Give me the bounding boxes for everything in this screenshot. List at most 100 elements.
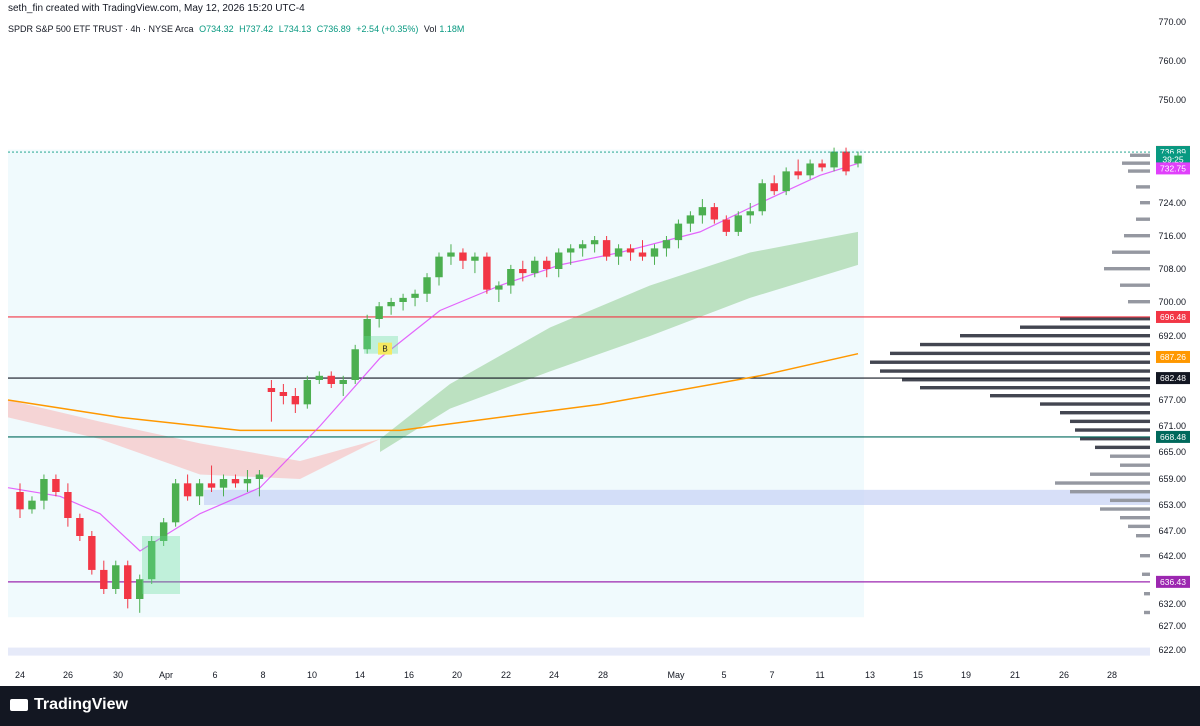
candle-body-2 (40, 479, 48, 501)
candle-body-42 (519, 269, 527, 274)
candle-body-43 (531, 260, 539, 274)
price-tag-label-7: 668.48 (1160, 432, 1186, 442)
candle-body-66 (806, 163, 814, 176)
x-axis-tick-4: 6 (212, 670, 217, 680)
y-axis-tick-4: 716.00 (1158, 231, 1186, 241)
tv-logo-icon (10, 698, 28, 711)
y-axis-tick-15: 632.00 (1158, 599, 1186, 609)
candle-body-48 (590, 240, 599, 245)
candle-body-41 (507, 269, 515, 286)
x-axis-tick-2: 30 (113, 670, 123, 680)
chart-canvas[interactable]: B 770.00 760.00 750.00 724.00 716.00 708.00 700… (0, 17, 1200, 690)
candle-body-18 (231, 479, 240, 484)
legend-close: C736.89 (316, 24, 351, 34)
candle-body-8 (112, 565, 120, 589)
tradingview-logo[interactable]: TradingView (10, 696, 128, 714)
zone-band-1 (8, 647, 1150, 656)
candle-body-20 (255, 474, 264, 479)
volume-profile-bar-21 (1040, 402, 1150, 406)
x-axis-tick-21: 26 (1059, 670, 1069, 680)
candle-body-33 (411, 293, 419, 298)
legend-change: +2.54 (+0.35%) (356, 24, 419, 34)
volume-profile-bar-36 (1136, 534, 1150, 538)
candle-body-22 (279, 392, 288, 396)
candle-body-60 (734, 215, 742, 232)
candle-body-64 (782, 171, 790, 192)
y-axis-tick-12: 653.00 (1158, 500, 1186, 510)
volume-profile-bar-9 (1120, 283, 1150, 287)
x-axis-tick-9: 20 (452, 670, 462, 680)
zone-band-0 (204, 489, 1150, 505)
volume-profile-bar-40 (1144, 610, 1150, 615)
volume-profile-bar-34 (1120, 516, 1150, 520)
candle-body-30 (375, 306, 383, 319)
brand-text: TradingView (34, 696, 128, 713)
volume-profile-bar-8 (1104, 267, 1150, 271)
volume-profile-bar-39 (1144, 592, 1150, 596)
volume-profile-bar-16 (870, 360, 1150, 364)
candle-body-40 (495, 285, 503, 290)
candle-body-14 (183, 483, 192, 497)
x-axis-tick-5: 8 (260, 670, 265, 680)
volume-profile-bar-23 (1070, 419, 1150, 424)
price-tag-label-4: 696.48 (1160, 312, 1186, 322)
x-axis-tick-0: 24 (15, 670, 25, 680)
candle-body-15 (195, 483, 204, 497)
volume-profile-bar-33 (1100, 507, 1150, 511)
candle-body-9 (124, 565, 132, 599)
volume-profile-bar-19 (920, 386, 1150, 390)
y-axis-tick-13: 647.00 (1158, 526, 1186, 536)
candle-body-53 (650, 248, 659, 257)
candle-body-37 (459, 252, 467, 261)
volume-profile-bar-2 (1128, 169, 1150, 173)
x-axis-tick-13: May (667, 670, 685, 680)
candle-body-32 (399, 297, 407, 302)
credit-text: seth_fin created with TradingView.com, M… (8, 3, 305, 14)
volume-profile-bar-7 (1112, 250, 1150, 254)
candle-body-55 (674, 223, 683, 241)
price-chart[interactable]: B 770.00 760.00 750.00 724.00 716.00 708.00 700… (0, 17, 1200, 690)
x-axis-tick-15: 7 (769, 670, 774, 680)
candle-body-69 (842, 151, 850, 172)
volume-profile-bar-24 (1075, 428, 1150, 432)
candle-body-39 (483, 256, 491, 290)
x-axis-tick-20: 21 (1010, 670, 1020, 680)
candle-body-5 (76, 518, 84, 536)
legend-symbol: SPDR S&P 500 ETF TRUST · 4h · NYSE Arca (8, 24, 194, 34)
y-axis-tick-9: 671.00 (1158, 421, 1186, 431)
volume-profile-bar-17 (880, 369, 1150, 373)
x-axis-tick-1: 26 (63, 670, 73, 680)
volume-profile-bar-6 (1124, 234, 1150, 238)
x-axis-tick-14: 5 (721, 670, 726, 680)
legend-low: L734.13 (278, 24, 312, 34)
price-tag-label-6: 682.48 (1160, 373, 1186, 383)
price-tag-label-5: 687.26 (1160, 352, 1186, 362)
candle-body-38 (471, 256, 479, 261)
volume-profile-bar-3 (1136, 185, 1150, 189)
x-axis-tick-17: 13 (865, 670, 875, 680)
x-axis-tick-16: 11 (815, 670, 824, 680)
volume-profile-bar-38 (1142, 572, 1150, 576)
volume-profile-bar-29 (1090, 472, 1150, 476)
candle-body-16 (207, 483, 216, 488)
x-axis-tick-7: 14 (355, 670, 365, 680)
candle-body-63 (770, 183, 778, 192)
candle-body-1 (28, 500, 36, 510)
candle-body-47 (578, 244, 587, 249)
volume-profile-bar-15 (890, 351, 1150, 356)
y-axis-tick-14: 642.00 (1158, 551, 1186, 561)
candle-body-17 (219, 479, 228, 488)
volume-profile-bar-5 (1136, 217, 1150, 221)
candle-body-4 (64, 492, 72, 518)
y-axis-tick-6: 700.00 (1158, 297, 1186, 307)
price-tag-label-8: 636.43 (1160, 577, 1186, 587)
y-axis-tick-7: 692.00 (1158, 331, 1186, 341)
volume-profile-bar-22 (1060, 411, 1150, 415)
x-axis-tick-3: Apr (159, 670, 173, 680)
x-axis-tick-6: 10 (307, 670, 317, 680)
candle-body-44 (543, 260, 551, 269)
candle-body-51 (626, 248, 635, 253)
candle-body-46 (566, 248, 575, 253)
candle-body-31 (387, 302, 395, 307)
legend-high: H737.42 (239, 24, 274, 34)
